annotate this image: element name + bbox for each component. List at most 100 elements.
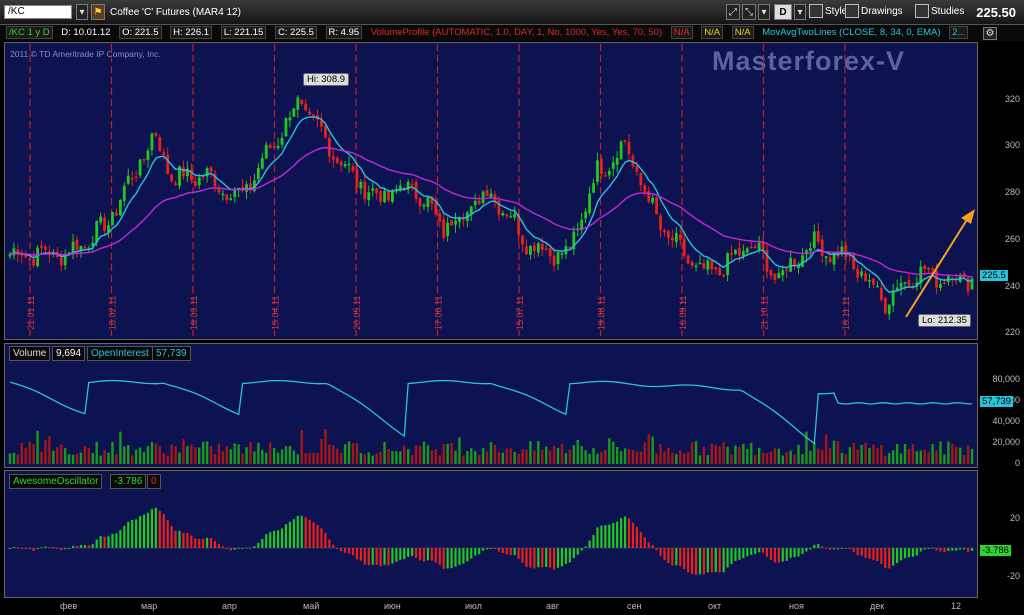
oscillator-bar	[580, 548, 583, 551]
awesome-oscillator-value: -3.786	[110, 474, 147, 489]
volume-bar	[927, 451, 930, 464]
volume-bar	[269, 442, 272, 464]
candle-body	[560, 253, 564, 255]
month-label: мар	[141, 601, 158, 611]
oscillator-bar	[710, 548, 713, 573]
volume-bar	[201, 441, 205, 464]
volume-bar	[489, 442, 493, 464]
oscillator-bar	[162, 513, 165, 548]
volume-bar	[434, 449, 437, 464]
slow-ema-line	[9, 146, 973, 278]
oscillator-bar	[545, 548, 548, 567]
fast-ema-line	[9, 116, 973, 293]
volume-bar	[485, 451, 489, 464]
volume-bar	[947, 441, 950, 464]
volume-bar	[848, 447, 851, 464]
oscillator-bar	[135, 519, 138, 548]
candle-body	[730, 253, 733, 255]
volume-bar	[580, 446, 583, 464]
candle-body	[446, 222, 450, 237]
volume-bar	[588, 453, 591, 464]
volume-bar	[604, 449, 607, 464]
oscillator-bar	[876, 548, 879, 561]
awesome-oscillator-label[interactable]: AwesomeOscillator	[9, 474, 103, 489]
open-interest-value: 57,739	[152, 346, 191, 361]
chart-canvas[interactable]: 21.01.11 18.02.11 18.03.11 15.04.11 20.05.11…	[0, 0, 1024, 615]
candle-body	[856, 268, 860, 278]
month-label: авг	[546, 601, 560, 611]
oscillator-bar	[383, 548, 386, 565]
volume-bar	[750, 442, 753, 464]
volume-bar	[450, 442, 453, 464]
oscillator-bar	[588, 540, 591, 548]
date-label: 17.06.11	[434, 296, 444, 330]
candle-body	[734, 249, 737, 254]
oscillator-bar	[616, 521, 619, 548]
volume-bar	[521, 449, 524, 464]
volume-bar	[541, 449, 544, 464]
volume-bar	[142, 451, 146, 464]
candle-body	[170, 174, 174, 182]
candle-body	[876, 285, 879, 288]
oscillator-bar	[955, 548, 958, 551]
candle-body	[485, 190, 489, 197]
oscillator-bar	[781, 548, 784, 562]
candle-body	[276, 145, 280, 149]
volume-bar	[821, 450, 824, 464]
oscillator-bar	[509, 548, 512, 556]
candle-body	[324, 125, 327, 138]
oscillator-bar	[738, 548, 741, 560]
volume-bar	[418, 445, 422, 464]
candle-body	[367, 192, 371, 201]
candle-body	[655, 197, 658, 215]
volume-bar	[702, 446, 706, 464]
oscillator-bar	[698, 548, 702, 575]
oscillator-bar	[572, 548, 575, 559]
volume-bar	[111, 441, 114, 464]
candle-body	[130, 177, 134, 180]
volume-bar	[257, 442, 260, 464]
volume-bar	[675, 454, 678, 464]
open-interest-tag: 57,739	[980, 396, 1014, 407]
candle-body	[308, 111, 312, 115]
candle-body	[521, 235, 524, 245]
candle-body	[473, 200, 477, 206]
oscillator-bar	[462, 548, 465, 564]
candle-body	[757, 242, 761, 250]
candle-body	[288, 117, 292, 121]
candle-body	[706, 260, 710, 270]
oscillator-bar	[564, 548, 568, 564]
oscillator-bar	[915, 548, 918, 556]
oscillator-bar	[497, 548, 500, 552]
candle-body	[40, 245, 43, 248]
oscillator-bar	[300, 515, 303, 548]
candle-body	[690, 261, 694, 266]
volume-bar	[178, 452, 181, 464]
low-label: Lo: 212.35	[918, 314, 971, 327]
date-label: 18.02.11	[108, 296, 118, 330]
candle-body	[923, 265, 927, 270]
volume-bar	[383, 441, 386, 464]
volume-label[interactable]: Volume	[9, 346, 51, 361]
oscillator-bar	[687, 548, 690, 573]
month-label: 12	[951, 601, 962, 611]
volume-bar	[694, 441, 698, 464]
volume-bar	[943, 454, 946, 464]
oscillator-bar	[182, 532, 185, 548]
volume-bar	[651, 436, 654, 464]
volume-bar	[785, 452, 788, 464]
current-price-tag: 225.5	[980, 270, 1008, 281]
candle-body	[351, 166, 355, 171]
volume-bar	[134, 449, 138, 464]
volume-bar	[312, 452, 315, 464]
open-interest-label[interactable]: OpenInterest	[87, 346, 153, 361]
oscillator-bar	[466, 548, 469, 562]
volume-bar	[509, 448, 512, 464]
oscillator-bar	[659, 548, 662, 556]
candle-body	[808, 248, 812, 251]
volume-bar	[911, 444, 915, 464]
oscillator-bar	[884, 548, 887, 568]
volume-bar	[198, 447, 201, 464]
oscillator-bar	[631, 522, 635, 548]
candle-body	[552, 255, 556, 266]
